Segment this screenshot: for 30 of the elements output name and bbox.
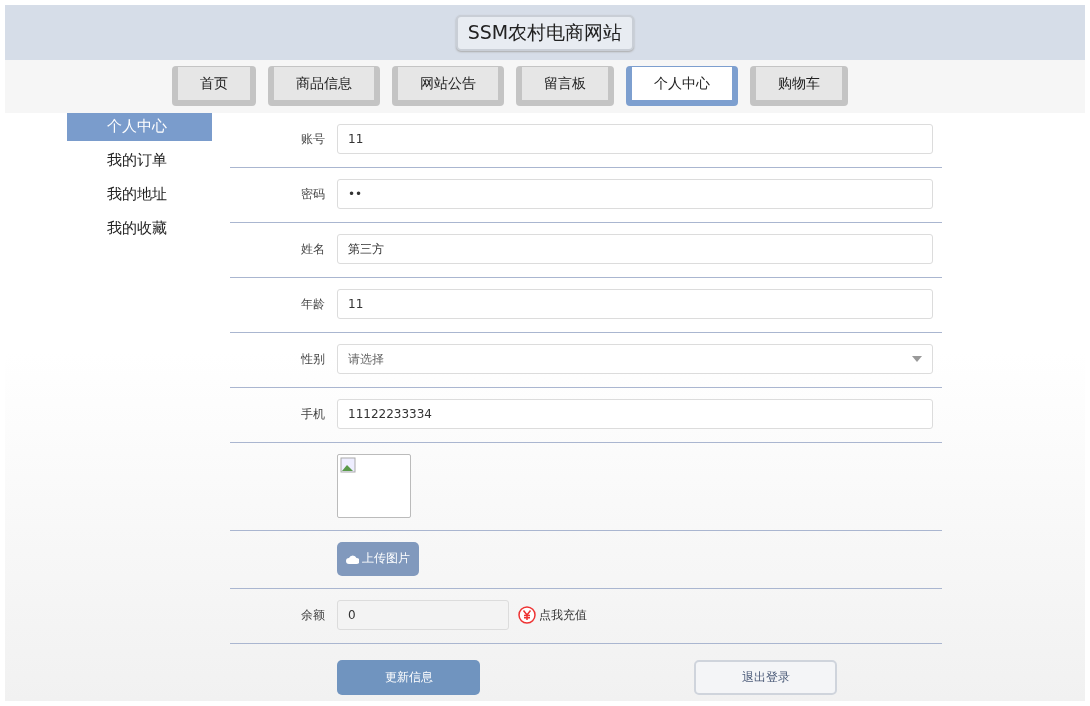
- field-label: 手机: [300, 405, 325, 423]
- balance-field[interactable]: 0: [337, 600, 509, 630]
- sidebar-item[interactable]: 我的订单: [67, 147, 212, 181]
- field-label: 性别: [300, 350, 325, 368]
- logout-button[interactable]: 退出登录: [694, 660, 837, 695]
- select-field[interactable]: 请选择: [337, 344, 933, 374]
- input-field[interactable]: 11122233334: [337, 399, 933, 429]
- cloud-upload-icon: [346, 553, 359, 564]
- yen-icon: [518, 606, 536, 624]
- nav-tab[interactable]: 商品信息: [268, 66, 380, 106]
- input-field[interactable]: 第三方: [337, 234, 933, 264]
- field-label: 年龄: [300, 295, 325, 313]
- input-field[interactable]: 11: [337, 124, 933, 154]
- recharge-link[interactable]: 点我充值: [518, 606, 587, 624]
- sidebar-item[interactable]: 我的收藏: [67, 215, 212, 249]
- field-label: 账号: [300, 130, 325, 148]
- field-label: 姓名: [300, 240, 325, 258]
- caret-icon: [912, 356, 922, 362]
- nav-tab[interactable]: 网站公告: [392, 66, 504, 106]
- input-field[interactable]: ••: [337, 179, 933, 209]
- field-label: 密码: [300, 185, 325, 203]
- input-field[interactable]: 11: [337, 289, 933, 319]
- field-label: 余额: [300, 606, 325, 624]
- broken-image-icon: [340, 456, 356, 473]
- nav-tab[interactable]: 留言板: [516, 66, 614, 106]
- site-title: SSM农村电商网站: [455, 14, 635, 51]
- nav-tab[interactable]: 个人中心: [626, 66, 738, 106]
- sidebar-item[interactable]: 我的地址: [67, 181, 212, 215]
- nav-tab[interactable]: 首页: [172, 66, 256, 106]
- nav-tab[interactable]: 购物车: [750, 66, 848, 106]
